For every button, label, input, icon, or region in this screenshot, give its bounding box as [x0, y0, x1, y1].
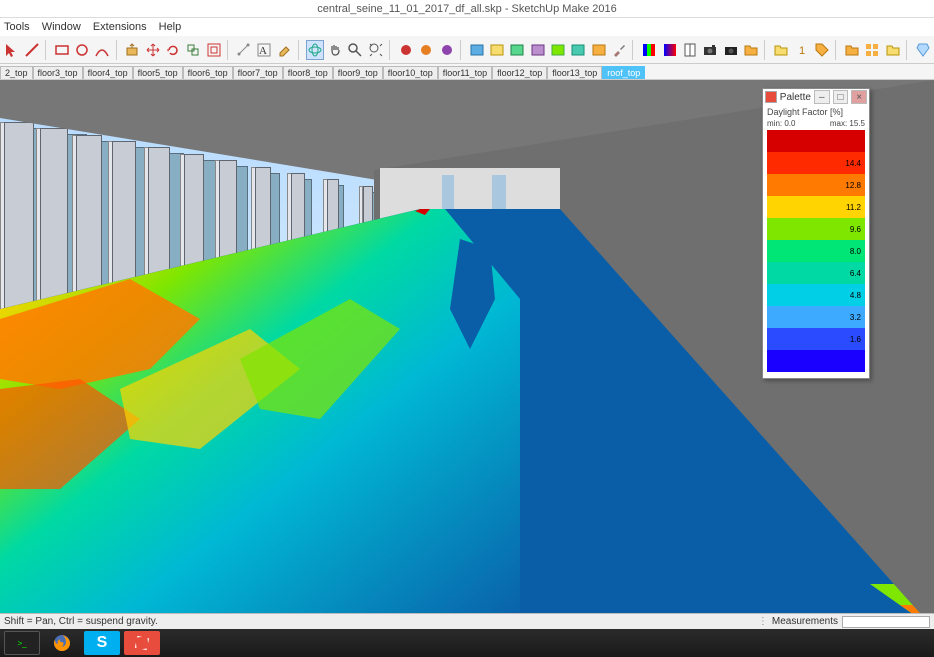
tool-arc-icon[interactable]: [93, 40, 111, 60]
title-bar: central_seine_11_01_2017_df_all.skp - Sk…: [0, 0, 934, 18]
tool-tag-icon[interactable]: [813, 40, 831, 60]
tool-pushpull-icon[interactable]: [123, 40, 141, 60]
scene-tab[interactable]: floor13_top: [547, 66, 602, 79]
tool-ext1-icon[interactable]: [397, 40, 415, 60]
tool-folder4-icon[interactable]: [883, 40, 901, 60]
palette-min: min: 0.0: [767, 119, 795, 128]
svg-text:A: A: [259, 45, 267, 57]
tool-tape-icon[interactable]: [235, 40, 253, 60]
status-bar: Shift = Pan, Ctrl = suspend gravity. ⋮ M…: [0, 613, 934, 629]
tool-folder3-icon[interactable]: [843, 40, 861, 60]
tool-one-icon[interactable]: 1: [792, 40, 810, 60]
palette-max: max: 15.5: [830, 119, 865, 128]
tool-help-icon[interactable]: [914, 40, 932, 60]
tool-scale-icon[interactable]: [184, 40, 202, 60]
taskbar-firefox-icon[interactable]: [44, 631, 80, 655]
tool-circle-icon[interactable]: [73, 40, 91, 60]
palette-title: Palette: [780, 92, 811, 103]
taskbar-skype-icon[interactable]: S: [84, 631, 120, 655]
legend-band: 9.6: [767, 218, 865, 240]
tool-camera2-icon[interactable]: [722, 40, 740, 60]
tool-book-icon[interactable]: [681, 40, 699, 60]
scene-tab[interactable]: floor12_top: [492, 66, 547, 79]
measurements-label: Measurements: [772, 616, 838, 627]
scene-tab[interactable]: floor11_top: [438, 66, 492, 79]
menu-window[interactable]: Window: [42, 21, 81, 33]
svg-text:1: 1: [799, 45, 805, 57]
scene-tab[interactable]: floor8_top: [283, 66, 333, 79]
legend-band: 1.6: [767, 328, 865, 350]
tool-scene7-icon[interactable]: [590, 40, 608, 60]
tool-scene5-icon[interactable]: [549, 40, 567, 60]
tool-move-icon[interactable]: [144, 40, 162, 60]
legend-band: [767, 350, 865, 372]
scene-tab[interactable]: floor3_top: [33, 66, 83, 79]
title-app: SketchUp Make 2016: [512, 3, 617, 15]
tool-zoom-icon[interactable]: [346, 40, 364, 60]
tool-folder2-icon[interactable]: [772, 40, 790, 60]
status-hint: Shift = Pan, Ctrl = suspend gravity.: [4, 616, 158, 627]
scene-tab[interactable]: floor5_top: [133, 66, 183, 79]
scene-tab[interactable]: roof_top: [602, 66, 645, 79]
measurements-input[interactable]: [842, 616, 930, 628]
taskbar-sketchup-icon[interactable]: [124, 631, 160, 655]
tool-rect-icon[interactable]: [52, 40, 70, 60]
tool-paint-icon[interactable]: [275, 40, 293, 60]
tool-line-icon[interactable]: [22, 40, 40, 60]
menu-tools[interactable]: Tools: [4, 21, 30, 33]
palette-subtitle: Daylight Factor [%]: [763, 105, 869, 119]
title-filename: central_seine_11_01_2017_df_all.skp: [317, 3, 502, 15]
legend-band: 6.4: [767, 262, 865, 284]
scene-tab[interactable]: 2_top: [0, 66, 33, 79]
tool-tiles-icon[interactable]: [863, 40, 881, 60]
tool-scene1-icon[interactable]: [468, 40, 486, 60]
legend-band: 3.2: [767, 306, 865, 328]
palette-minimize-button[interactable]: –: [814, 90, 830, 104]
toolbar: A 1: [0, 36, 934, 64]
legend-band: 11.2: [767, 196, 865, 218]
taskbar-terminal-icon[interactable]: >_: [4, 631, 40, 655]
tool-brush-icon[interactable]: [610, 40, 628, 60]
tool-ext2-icon[interactable]: [417, 40, 435, 60]
tool-falsecolor-icon[interactable]: [640, 40, 658, 60]
palette-legend: 14.412.811.29.68.06.44.83.21.6: [763, 128, 869, 378]
tool-select-icon[interactable]: [2, 40, 20, 60]
scene-tab[interactable]: floor10_top: [383, 66, 438, 79]
tool-scene6-icon[interactable]: [569, 40, 587, 60]
menu-bar: Tools Window Extensions Help: [0, 18, 934, 36]
tool-camera-icon[interactable]: [701, 40, 719, 60]
tool-ext3-icon[interactable]: [437, 40, 455, 60]
tool-orbit-icon[interactable]: [306, 40, 324, 60]
tool-grad-icon[interactable]: [660, 40, 678, 60]
palette-panel[interactable]: Palette – □ × Daylight Factor [%] min: 0…: [762, 88, 870, 379]
tool-scene3-icon[interactable]: [508, 40, 526, 60]
scene-tab[interactable]: floor9_top: [333, 66, 383, 79]
menu-help[interactable]: Help: [159, 21, 182, 33]
tool-rotate-icon[interactable]: [164, 40, 182, 60]
legend-band: 12.8: [767, 174, 865, 196]
scene-tabs: 2_topfloor3_topfloor4_topfloor5_topfloor…: [0, 64, 934, 80]
palette-close-button[interactable]: ×: [851, 90, 867, 104]
tool-folder-icon[interactable]: [742, 40, 760, 60]
palette-app-icon: [765, 91, 777, 103]
legend-band: 4.8: [767, 284, 865, 306]
scene-tab[interactable]: floor6_top: [183, 66, 233, 79]
tool-zoomext-icon[interactable]: [367, 40, 385, 60]
menu-extensions[interactable]: Extensions: [93, 21, 147, 33]
os-taskbar: >_ S: [0, 629, 934, 657]
tool-text-icon[interactable]: A: [255, 40, 273, 60]
tool-scene2-icon[interactable]: [488, 40, 506, 60]
legend-band: 8.0: [767, 240, 865, 262]
tool-pan-icon[interactable]: [326, 40, 344, 60]
tool-scene4-icon[interactable]: [529, 40, 547, 60]
tool-offset-icon[interactable]: [205, 40, 223, 60]
legend-band: 14.4: [767, 152, 865, 174]
palette-maximize-button[interactable]: □: [833, 90, 849, 104]
legend-band: [767, 130, 865, 152]
model-viewport[interactable]: Palette – □ × Daylight Factor [%] min: 0…: [0, 80, 934, 629]
scene-tab[interactable]: floor4_top: [83, 66, 133, 79]
scene-tab[interactable]: floor7_top: [233, 66, 283, 79]
